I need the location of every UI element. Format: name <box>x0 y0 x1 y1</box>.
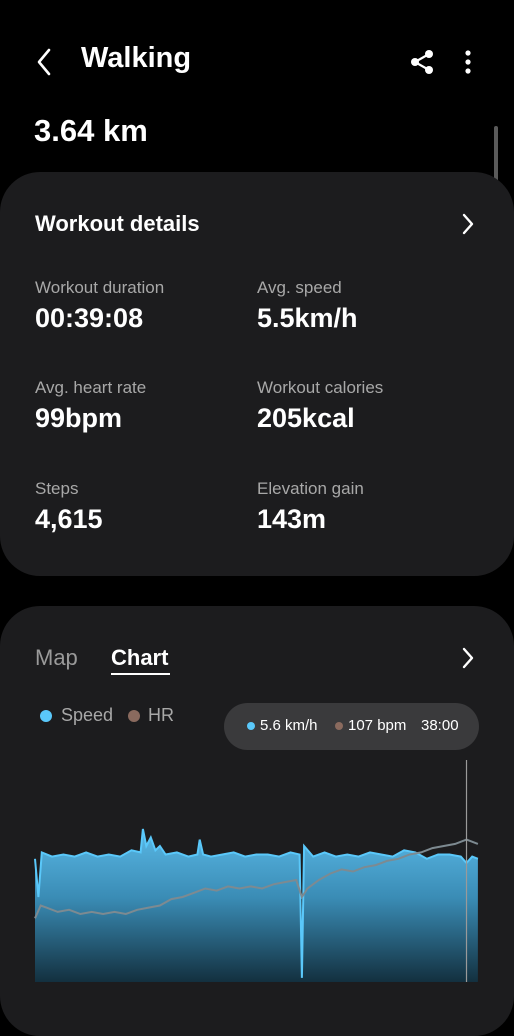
total-distance: 3.64 km <box>34 113 148 148</box>
active-tab-indicator <box>111 673 170 675</box>
elevation-gain-label: Elevation gain <box>257 479 364 498</box>
speed-legend-dot <box>40 710 52 722</box>
hr-legend-label: HR <box>148 705 174 725</box>
back-button[interactable] <box>30 44 62 80</box>
tooltip-time-value: 38:00 <box>421 717 459 734</box>
chevron-left-icon <box>37 48 51 76</box>
avg-speed-label: Avg. speed <box>257 278 342 297</box>
page-title: Walking <box>81 42 192 74</box>
tab-chart[interactable]: Chart <box>111 645 168 671</box>
elevation-gain-value: 143m <box>257 504 327 534</box>
tooltip-speed-dot <box>247 722 255 730</box>
workout-details-button[interactable] <box>456 209 480 239</box>
workout-calories-value: 205kcal <box>257 403 355 433</box>
tooltip-hr-value: 107 bpm <box>348 717 407 734</box>
more-options-button[interactable] <box>456 44 480 80</box>
more-vertical-icon <box>465 50 471 74</box>
hr-legend-dot <box>128 710 140 722</box>
speed-legend-label: Speed <box>61 705 114 725</box>
app-bar: Walking <box>0 0 514 120</box>
avg-heart-rate-label: Avg. heart rate <box>35 378 147 397</box>
workout-duration-label: Workout duration <box>35 278 165 297</box>
speed-hr-chart[interactable] <box>30 760 484 1000</box>
steps-label: Steps <box>35 479 79 498</box>
chevron-right-icon <box>462 647 474 669</box>
share-button[interactable] <box>404 44 440 80</box>
tooltip-speed-value: 5.6 km/h <box>260 717 318 734</box>
workout-details-title: Workout details <box>35 211 200 236</box>
chart-details-button[interactable] <box>456 643 480 673</box>
avg-heart-rate-value: 99bpm <box>35 403 123 433</box>
avg-speed-value: 5.5km/h <box>257 303 358 333</box>
workout-duration-value: 00:39:08 <box>35 303 144 333</box>
chevron-right-icon <box>462 213 474 235</box>
tab-map[interactable]: Map <box>35 645 78 671</box>
workout-calories-label: Workout calories <box>257 378 384 397</box>
tooltip-hr-dot <box>335 722 343 730</box>
steps-value: 4,615 <box>35 504 103 534</box>
share-icon <box>411 50 433 74</box>
